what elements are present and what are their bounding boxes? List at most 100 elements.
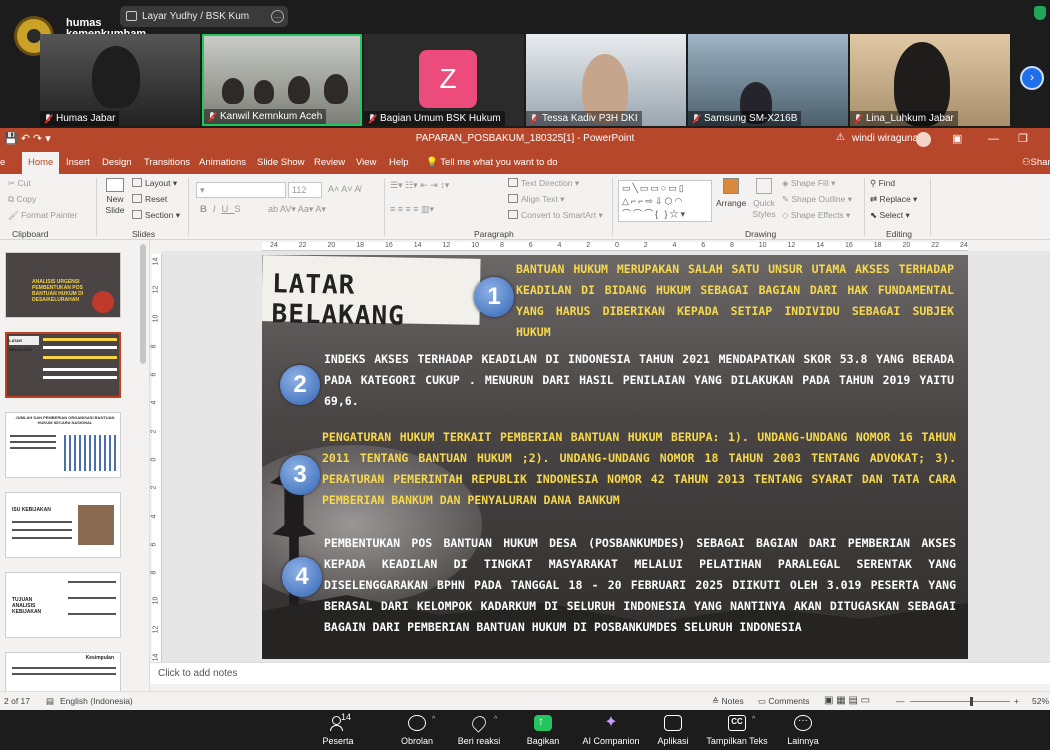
find-button[interactable]: ⚲ Find — [870, 178, 895, 189]
layout-button[interactable]: Layout ▾ — [132, 178, 177, 189]
slide-thumbnail-3[interactable]: JUMLAH DAN PEMBERIAN ORGANISASI BANTUAN … — [5, 412, 121, 478]
chevron-up-icon[interactable]: ^ — [432, 716, 435, 723]
zoom-out-button[interactable]: — — [896, 692, 905, 710]
current-slide[interactable]: LATAR BELAKANG 1 BANTUAN HUKUM MERUPAKAN… — [262, 255, 968, 659]
font-more-buttons[interactable]: ab AV▾ Aa▾ A▾ — [268, 204, 326, 215]
apps-button[interactable]: Aplikasi — [638, 712, 708, 748]
cut-button[interactable]: ✂ Cut — [8, 178, 31, 189]
shape-outline-button[interactable]: ✎ Shape Outline ▾ — [782, 194, 852, 205]
more-dots-icon: ··· — [794, 715, 812, 731]
participant-tile-humas-jabar[interactable]: Humas Jabar — [40, 34, 200, 126]
convert-smartart-button[interactable]: Convert to SmartArt ▾ — [508, 210, 603, 221]
ruler-label: 16 — [385, 242, 393, 249]
muted-mic-icon — [854, 114, 862, 123]
ruler-label: 12 — [787, 242, 796, 249]
participant-tile-kanwil-aceh[interactable]: Kanwil Kemnkum Aceh — [202, 34, 362, 126]
shape-effects-label: Shape Effects — [790, 210, 844, 220]
share-button[interactable]: ⚇Shar — [1022, 152, 1050, 174]
ruler-label: 20 — [902, 242, 911, 249]
format-painter-button[interactable]: 🖌 Format Painter — [8, 210, 77, 221]
share-screen-button[interactable]: Bagikan — [508, 712, 578, 748]
text-direction-button[interactable]: Text Direction ▾ — [508, 178, 579, 189]
participant-tile-samsung[interactable]: Samsung SM-X216B — [688, 34, 848, 126]
tab-file[interactable]: e — [0, 152, 5, 174]
zoom-slider[interactable] — [910, 697, 1010, 706]
participant-tile-tessa[interactable]: Tessa Kadiv P3H DKI — [526, 34, 686, 126]
section-icon — [132, 210, 142, 219]
arrange-button[interactable]: Arrange — [716, 178, 746, 209]
participant-tile-lina[interactable]: Lina_Luhkum Jabar — [850, 34, 1010, 126]
participant-name: Lina_Luhkum Jabar — [866, 113, 954, 124]
item-number-1: 1 — [474, 277, 514, 317]
tab-design[interactable]: Design — [102, 152, 132, 174]
reset-button[interactable]: Reset — [132, 194, 167, 204]
slide-thumbnail-6[interactable]: Kesimpulan — [5, 652, 121, 696]
view-buttons[interactable]: ▣ ▦ ▤ ▭ — [824, 692, 870, 710]
replace-button[interactable]: ⇄ Replace ▾ — [870, 194, 917, 205]
quick-styles-button[interactable]: Quick Styles — [750, 178, 778, 220]
ruler-label: 14 — [152, 257, 160, 266]
select-button[interactable]: ⬉ Select ▾ — [870, 210, 910, 221]
ruler-label: 14 — [816, 242, 825, 249]
notes-pane[interactable]: Click to add notes — [150, 662, 1050, 684]
chevron-up-icon[interactable]: ^ — [752, 716, 755, 723]
more-options-icon[interactable]: … — [271, 10, 284, 23]
tab-home[interactable]: Home — [22, 152, 60, 174]
minimize-icon[interactable]: — — [988, 128, 999, 150]
ruler-label: 22 — [298, 242, 307, 249]
ribbon-display-icon[interactable]: ▣ — [952, 128, 962, 150]
slide-thumbnail-1[interactable]: ANALISIS URGENSI PEMBENTUKAN POS BANTUAN… — [5, 252, 121, 318]
chevron-up-icon[interactable]: ^ — [494, 716, 497, 723]
user-name[interactable]: windi wiraguna — [852, 128, 918, 150]
notes-toggle[interactable]: ≙ Notes — [712, 692, 744, 710]
tell-me-search[interactable]: 💡 Tell me what you want to do — [426, 152, 558, 174]
restore-icon[interactable]: ❐ — [1018, 128, 1028, 150]
shapes-gallery[interactable]: ▭╲▭▭○▭▯ △⌐⌐⇨⇩⬡◠ ⌒⌒⌒{ }☆▾ — [618, 180, 712, 222]
slide-thumbnail-4[interactable]: ISU KEBIJAKAN — [5, 492, 121, 558]
participant-name: Kanwil Kemnkum Aceh — [220, 111, 323, 122]
user-avatar[interactable] — [916, 132, 931, 147]
slide-thumbnail-2[interactable]: LATAR BELAKANG — [5, 332, 121, 398]
font-style-buttons[interactable]: BIUS — [200, 204, 247, 215]
tab-view[interactable]: View — [356, 152, 376, 174]
chat-button[interactable]: ^ Obrolan — [382, 712, 452, 748]
zoom-level[interactable]: 52% — [1032, 692, 1049, 710]
slide-thumbnail-5[interactable]: TUJUAN ANALISIS KEBIJAKAN — [5, 572, 121, 638]
thumbnail-scrollbar[interactable] — [140, 244, 146, 364]
reactions-button[interactable]: ^ Beri reaksi — [444, 712, 514, 748]
align-text-button[interactable]: Align Text ▾ — [508, 194, 564, 205]
shape-fill-button[interactable]: ◈ Shape Fill ▾ — [782, 178, 835, 189]
new-slide-button[interactable]: New Slide — [100, 178, 130, 216]
tab-animations[interactable]: Animations — [199, 152, 246, 174]
tab-review[interactable]: Review — [314, 152, 345, 174]
tab-help[interactable]: Help — [389, 152, 409, 174]
participants-button[interactable]: 14 Peserta — [303, 712, 373, 748]
list-buttons[interactable]: ☰▾ ☷▾ ⇤ ⇥ ↕▾ — [390, 180, 449, 191]
ai-companion-button[interactable]: ✦ AI Companion — [576, 712, 646, 748]
align-buttons[interactable]: ≡ ≡ ≡ ≡ ▥▾ — [390, 204, 434, 215]
participant-tile-bagian-umum[interactable]: Z Bagian Umum BSK Hukum — [364, 34, 524, 126]
shape-effects-button[interactable]: ◇ Shape Effects ▾ — [782, 210, 850, 221]
grow-shrink-font[interactable]: A˄ A˅ A̸ — [328, 184, 361, 194]
more-button[interactable]: ··· Lainnya — [768, 712, 838, 748]
tab-insert[interactable]: Insert — [66, 152, 90, 174]
warning-icon: ⚠ — [836, 132, 845, 143]
zoom-in-button[interactable]: + — [1014, 692, 1019, 710]
proofing-icon[interactable]: ▤ — [46, 692, 54, 710]
screen-share-indicator[interactable]: Layar Yudhy / BSK Kum … — [120, 6, 288, 27]
captions-button[interactable]: CC ^ Tampilkan Teks — [702, 712, 772, 748]
thumb-title: Kesimpulan — [85, 655, 114, 661]
font-size-combo[interactable]: 112 — [288, 182, 322, 198]
copy-button[interactable]: ⧉ Copy — [8, 194, 36, 205]
font-family-combo[interactable]: ▾ — [196, 182, 286, 198]
tab-transitions[interactable]: Transitions — [144, 152, 190, 174]
item-text-1: BANTUAN HUKUM MERUPAKAN SALAH SATU UNSUR… — [516, 262, 954, 339]
next-participants-button[interactable]: › — [1020, 66, 1044, 90]
slide-heading: LATAR BELAKANG — [271, 269, 406, 332]
ribbon-home: ✂ Cut ⧉ Copy 🖌 Format Painter Clipboard … — [0, 174, 1050, 240]
section-button[interactable]: Section ▾ — [132, 210, 180, 221]
language-status[interactable]: English (Indonesia) — [60, 692, 133, 710]
comments-toggle[interactable]: ▭ Comments — [758, 692, 810, 710]
tab-slide-show[interactable]: Slide Show — [257, 152, 305, 174]
security-shield-icon[interactable] — [1034, 6, 1046, 20]
